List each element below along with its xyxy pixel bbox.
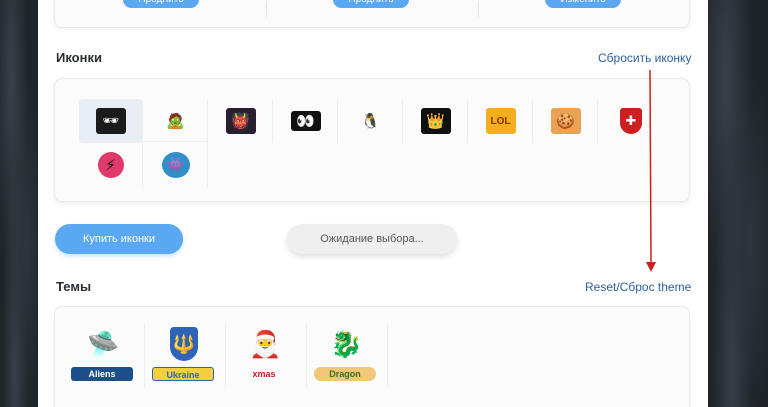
icon-option-matrix[interactable]: 🕶	[79, 99, 143, 143]
theme-option-aliens[interactable]: 🛸 Aliens	[65, 323, 145, 387]
row-divider	[79, 141, 209, 142]
icon-option-crown[interactable]: 👑	[404, 99, 468, 143]
ufo-icon: 🛸	[87, 329, 120, 359]
icon-option-monster[interactable]: 👾	[144, 143, 208, 187]
icon-option-lol[interactable]: LOL	[469, 99, 533, 143]
eyes-icon: 👀	[290, 111, 321, 131]
icon-option-penguin[interactable]: 🐧	[339, 99, 403, 143]
divider	[478, 1, 479, 17]
themes-section-title: Темы	[56, 279, 92, 294]
change-button[interactable]: Изменить	[545, 0, 621, 8]
subscriptions-card: Продлить Продлить Изменить	[54, 0, 690, 28]
dragon-icon: 🐉	[330, 329, 363, 359]
main-panel: Продлить Продлить Изменить Иконки Сброси…	[38, 0, 708, 407]
icon-option-eyes[interactable]: 👀	[274, 99, 338, 143]
theme-option-ukraine[interactable]: 🔱 Ukraine	[146, 323, 226, 387]
reset-icon-link[interactable]: Сбросить иконку	[598, 51, 691, 65]
theme-label-ukraine: Ukraine	[152, 367, 214, 381]
lol-icon: LOL	[485, 108, 516, 134]
icon-option-cookie[interactable]: 🍪	[534, 99, 598, 143]
theme-label-aliens: Aliens	[71, 367, 133, 381]
santa-hat-icon: 🎅	[249, 329, 282, 359]
icon-option-lightning[interactable]: ⚡	[79, 143, 143, 187]
crown-icon: 👑	[420, 108, 451, 134]
theme-label-xmas: xmas	[252, 369, 276, 379]
icons-section-title: Иконки	[56, 50, 102, 65]
renew-button-2[interactable]: Продлить	[333, 0, 409, 8]
penguin-santa-icon: 🐧	[361, 113, 380, 130]
blue-monster-icon: 👾	[161, 152, 190, 178]
trident-icon: 🔱	[170, 327, 198, 361]
icon-option-warrior[interactable]: 👹	[209, 99, 273, 143]
divider	[266, 1, 267, 17]
icon-option-shield[interactable]: ✚	[599, 99, 663, 143]
icon-option-zombie[interactable]: 🧟	[144, 99, 208, 143]
theme-option-xmas[interactable]: 🎅 xmas	[227, 323, 307, 387]
waiting-selection-button[interactable]: Ожидание выбора...	[287, 224, 457, 254]
lightning-badge-icon: ⚡	[97, 152, 124, 178]
renew-button-1[interactable]: Продлить	[123, 0, 199, 8]
background-right	[708, 0, 768, 407]
background-left	[0, 0, 38, 407]
zombie-fly-icon: 🧟	[166, 113, 185, 130]
reset-theme-link[interactable]: Reset/Сброс theme	[585, 280, 691, 294]
buy-icons-button[interactable]: Купить иконки	[55, 224, 183, 254]
theme-label-dragon: Dragon	[314, 367, 376, 381]
dark-warrior-icon: 👹	[225, 108, 256, 134]
themes-card: 🛸 Aliens 🔱 Ukraine 🎅 xmas 🐉 Dragon	[54, 306, 690, 407]
cookie-cat-icon: 🍪	[550, 108, 581, 134]
shield-cross-icon: ✚	[620, 108, 642, 134]
theme-option-dragon[interactable]: 🐉 Dragon	[308, 323, 388, 387]
icons-card: 🕶 🧟 👹 👀 🐧 👑 LOL 🍪 ✚ ⚡ 👾	[54, 78, 690, 202]
matrix-neo-icon: 🕶	[95, 108, 126, 134]
